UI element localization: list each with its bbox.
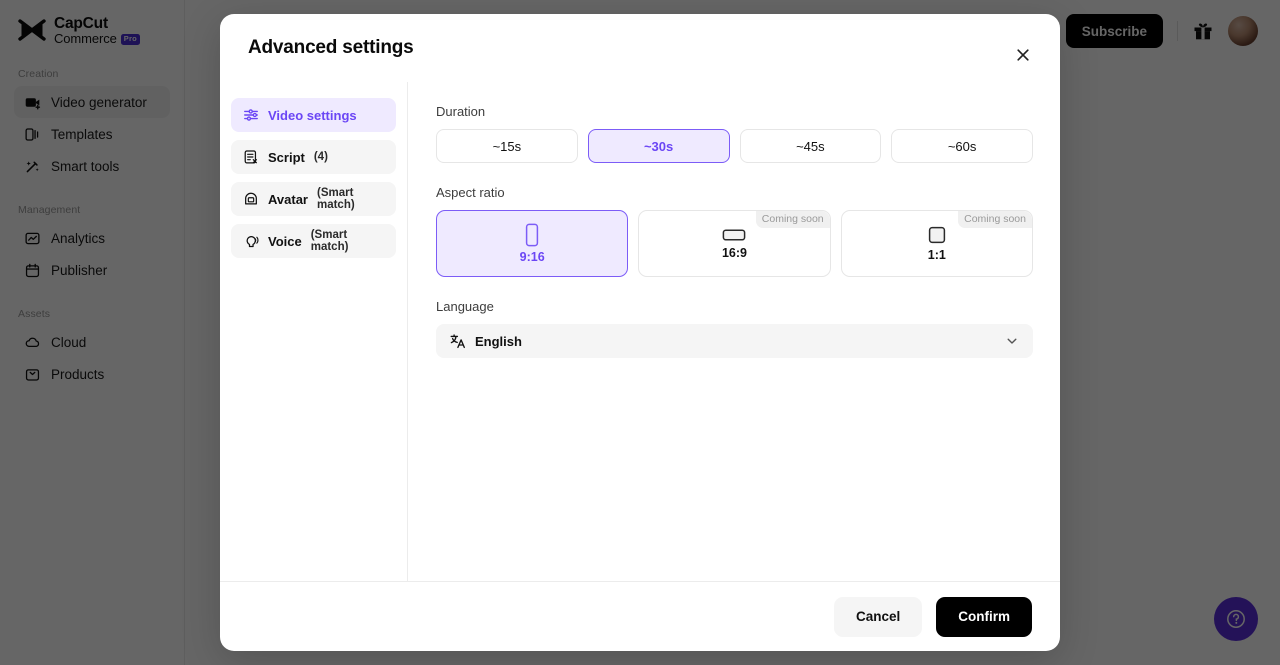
tab-voice[interactable]: Voice (Smart match) <box>231 224 396 258</box>
language-section: Language English <box>436 299 1033 358</box>
tab-sub-avatar: (Smart match) <box>317 187 384 211</box>
aspect-ratio-option-1-1[interactable]: Coming soon 1:1 <box>841 210 1033 277</box>
aspect-ratio-option-9-16[interactable]: 9:16 <box>436 210 628 277</box>
square-frame-icon <box>927 225 947 245</box>
aspect-ratio-label-9-16: 9:16 <box>520 250 545 264</box>
aspect-ratio-label-16-9: 16:9 <box>722 246 747 260</box>
coming-soon-badge-16-9: Coming soon <box>756 211 830 228</box>
sliders-icon <box>243 107 259 123</box>
duration-option-30s[interactable]: ~30s <box>588 129 730 163</box>
duration-section: Duration ~15s ~30s ~45s ~60s <box>436 104 1033 163</box>
duration-option-15s[interactable]: ~15s <box>436 129 578 163</box>
advanced-settings-dialog: Advanced settings Video settings <box>220 14 1060 651</box>
cancel-button[interactable]: Cancel <box>834 597 922 637</box>
close-icon <box>1015 47 1031 63</box>
tab-script[interactable]: Script (4) <box>231 140 396 174</box>
translate-icon <box>450 333 466 349</box>
aspect-ratio-label-1-1: 1:1 <box>928 248 946 262</box>
tab-avatar[interactable]: Avatar (Smart match) <box>231 182 396 216</box>
language-value: English <box>475 334 996 349</box>
close-button[interactable] <box>1012 44 1034 66</box>
landscape-frame-icon <box>722 227 746 243</box>
dialog-title: Advanced settings <box>248 37 414 59</box>
tab-label-avatar: Avatar <box>268 192 308 207</box>
tab-label-video-settings: Video settings <box>268 108 357 123</box>
chevron-down-icon <box>1005 334 1019 348</box>
aspect-ratio-option-16-9[interactable]: Coming soon 16:9 <box>638 210 830 277</box>
duration-option-45s[interactable]: ~45s <box>740 129 882 163</box>
aspect-ratio-label: Aspect ratio <box>436 185 1033 200</box>
portrait-frame-icon <box>524 223 540 247</box>
tab-video-settings[interactable]: Video settings <box>231 98 396 132</box>
dialog-footer: Cancel Confirm <box>220 581 1060 651</box>
duration-option-60s[interactable]: ~60s <box>891 129 1033 163</box>
dialog-content: Duration ~15s ~30s ~45s ~60s Aspect rati… <box>408 82 1060 581</box>
tab-sub-voice: (Smart match) <box>311 229 384 253</box>
tab-sub-script: (4) <box>314 151 328 163</box>
aspect-ratio-section: Aspect ratio 9:16 Coming soon 16:9 <box>436 185 1033 277</box>
dialog-body: Video settings Script (4) Avatar (Smar <box>220 82 1060 581</box>
coming-soon-badge-1-1: Coming soon <box>958 211 1032 228</box>
confirm-button[interactable]: Confirm <box>936 597 1032 637</box>
script-icon <box>243 149 259 165</box>
avatar-icon <box>243 191 259 207</box>
aspect-ratio-options: 9:16 Coming soon 16:9 Coming soon <box>436 210 1033 277</box>
tab-label-script: Script <box>268 150 305 165</box>
dialog-header: Advanced settings <box>220 14 1060 82</box>
duration-label: Duration <box>436 104 1033 119</box>
dialog-tab-list: Video settings Script (4) Avatar (Smar <box>220 82 408 581</box>
tab-label-voice: Voice <box>268 234 302 249</box>
language-label: Language <box>436 299 1033 314</box>
duration-options: ~15s ~30s ~45s ~60s <box>436 129 1033 163</box>
voice-icon <box>243 233 259 249</box>
language-select[interactable]: English <box>436 324 1033 358</box>
